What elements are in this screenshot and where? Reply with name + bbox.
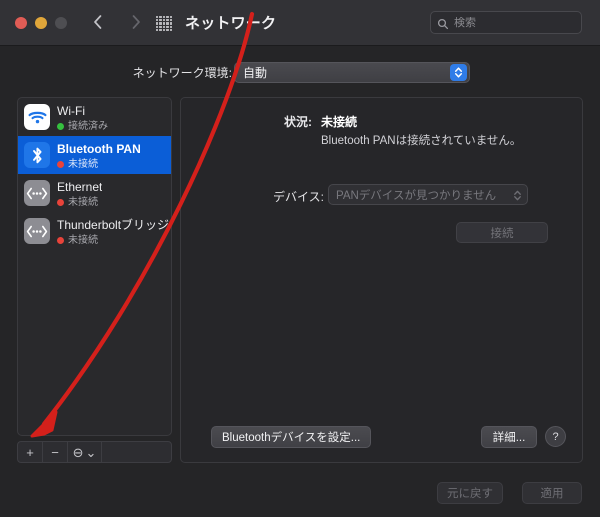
sidebar-item-text: Ethernet 未接続	[57, 178, 102, 209]
chevron-down-icon: ⌄	[85, 444, 97, 460]
device-label: デバイス:	[273, 190, 324, 204]
minimize-window-button[interactable]	[35, 17, 47, 29]
status-text: 接続済み	[68, 120, 108, 132]
sidebar-item-status: 接続済み	[57, 120, 108, 133]
traffic-lights	[15, 17, 67, 29]
network-services-list[interactable]: Wi-Fi 接続済み Bluetooth PAN 未接続 Ethernet 未接…	[17, 97, 172, 436]
status-value: 未接続	[321, 115, 358, 129]
help-button[interactable]: ?	[545, 426, 566, 447]
status-text: 未接続	[68, 196, 98, 208]
gear-icon: ⊖	[72, 444, 84, 460]
sidebar-item-text: Thunderboltブリッジ 未接続	[57, 216, 169, 247]
status-text: 未接続	[68, 158, 98, 170]
device-value: PANデバイスが見つかりません	[336, 189, 497, 202]
window-titlebar: ネットワーク	[0, 0, 600, 46]
navigation-arrows	[90, 12, 144, 32]
status-dot	[57, 122, 64, 130]
status-dot	[57, 198, 64, 206]
chevron-right-icon	[128, 12, 144, 32]
chevron-up-down-icon	[513, 189, 522, 202]
search-icon	[437, 17, 449, 29]
network-location-dropdown[interactable]: 自動	[234, 61, 470, 83]
sidebar-item-label: Bluetooth PAN	[57, 141, 141, 156]
sidebar-item-label: Ethernet	[57, 179, 103, 194]
revert-button: 元に戻す	[437, 482, 503, 504]
zoom-window-button	[55, 17, 67, 29]
page-title: ネットワーク	[185, 15, 277, 32]
service-actions-menu-button[interactable]: ⊖ ⌄	[68, 442, 102, 462]
apply-button: 適用	[522, 482, 582, 504]
status-dot	[57, 160, 64, 168]
setup-bluetooth-device-button[interactable]: Bluetoothデバイスを設定...	[211, 426, 372, 448]
sidebar-item-label: Thunderboltブリッジ	[57, 217, 170, 232]
sidebar-item-status: 未接続	[57, 158, 141, 171]
advanced-button[interactable]: 詳細...	[481, 426, 537, 448]
ethernet-icon	[24, 180, 50, 206]
network-location-row: ネットワーク環境: 自動	[0, 58, 600, 86]
network-location-label: ネットワーク環境:	[132, 65, 232, 80]
sidebar-item-wifi[interactable]: Wi-Fi 接続済み	[18, 98, 171, 136]
sidebar-item-label: Wi-Fi	[57, 103, 85, 118]
service-detail-panel: 状況: 未接続 Bluetooth PANは接続されていません。 デバイス: P…	[180, 97, 583, 463]
sidebar-item-status: 未接続	[57, 234, 169, 247]
sidebar-item-bluetooth-pan[interactable]: Bluetooth PAN 未接続	[18, 136, 171, 174]
connect-button: 接続	[456, 222, 548, 243]
add-service-button[interactable]: +	[18, 442, 43, 462]
chevron-up-down-icon	[450, 64, 467, 81]
remove-service-button[interactable]: −	[43, 442, 68, 462]
sidebar-item-text: Wi-Fi 接続済み	[57, 102, 108, 133]
sidebar-item-status: 未接続	[57, 196, 102, 209]
ethernet-icon	[24, 218, 50, 244]
close-window-button[interactable]	[15, 17, 27, 29]
network-preferences-window: ネットワーク ネットワーク環境: 自動	[0, 0, 600, 517]
device-dropdown: PANデバイスが見つかりません	[328, 184, 528, 205]
sidebar-item-thunderbolt-bridge[interactable]: Thunderboltブリッジ 未接続	[18, 212, 171, 250]
search-input[interactable]	[454, 16, 575, 29]
network-location-value: 自動	[243, 65, 268, 80]
status-label: 状況:	[284, 115, 312, 129]
status-dot	[57, 236, 64, 244]
search-field[interactable]	[430, 11, 582, 34]
status-description: Bluetooth PANは接続されていません。	[321, 135, 522, 147]
bluetooth-icon	[24, 142, 50, 168]
grid-apps-icon[interactable]	[156, 16, 172, 31]
sidebar-item-text: Bluetooth PAN 未接続	[57, 140, 141, 171]
status-text: 未接続	[68, 234, 98, 246]
chevron-left-icon[interactable]	[90, 12, 106, 32]
wifi-icon	[24, 104, 50, 130]
sidebar-item-ethernet[interactable]: Ethernet 未接続	[18, 174, 171, 212]
services-toolbar: + − ⊖ ⌄	[17, 441, 172, 463]
toolbar-filler	[102, 442, 171, 462]
